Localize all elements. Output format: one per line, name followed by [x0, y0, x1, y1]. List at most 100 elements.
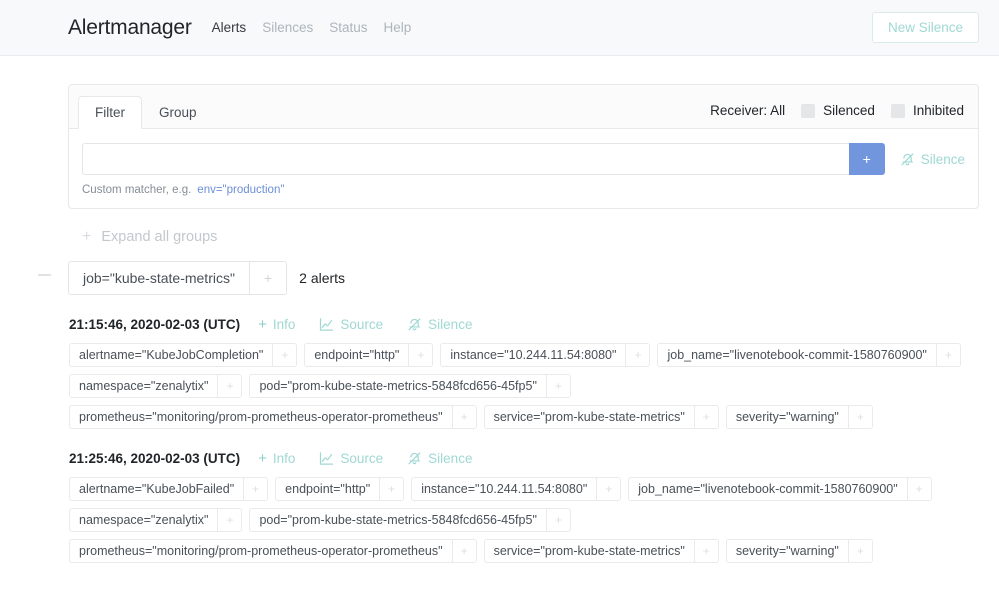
label-chip-text: endpoint="http"	[314, 348, 400, 362]
label-chip-text: namespace="zenalytix"	[79, 513, 209, 527]
alert-item: 21:15:46, 2020-02-03 (UTC) + Info Source	[68, 317, 979, 429]
label-chip: prometheus="monitoring/prom-prometheus-o…	[69, 539, 477, 563]
label-chip: namespace="zenalytix" +	[69, 508, 243, 532]
minus-icon[interactable]	[38, 274, 51, 276]
add-matcher-button[interactable]: +	[848, 143, 885, 175]
label-chip-text: severity="warning"	[735, 410, 839, 424]
nav-links: Alerts Silences Status Help	[212, 20, 412, 35]
label-chip-add-button[interactable]: +	[625, 344, 650, 366]
label-chip-text: endpoint="http"	[285, 482, 371, 496]
silenced-checkbox-icon[interactable]	[801, 103, 816, 118]
label-chip-text: namespace="zenalytix"	[79, 379, 209, 393]
label-chip-add-button[interactable]: +	[935, 344, 960, 366]
alert-group: job="kube-state-metrics" + 2 alerts 21:1…	[38, 261, 979, 563]
expand-all-groups-button[interactable]: + Expand all groups	[82, 228, 218, 246]
alert-silence-button[interactable]: Silence	[407, 451, 472, 466]
bell-slash-icon	[407, 451, 422, 466]
nav-link-status[interactable]: Status	[329, 20, 367, 35]
alert-silence-button[interactable]: Silence	[407, 317, 472, 332]
alert-silence-label: Silence	[428, 451, 473, 466]
label-chip-text: service="prom-kube-state-metrics"	[493, 544, 685, 558]
label-chip-text: job_name="livenotebook-commit-1580760900…	[667, 348, 927, 362]
plus-icon: +	[258, 316, 267, 333]
label-chip-add-button[interactable]: +	[451, 406, 476, 428]
tab-group[interactable]: Group	[142, 96, 214, 129]
silenced-toggle[interactable]: Silenced	[801, 103, 875, 118]
label-chip-text: pod="prom-kube-state-metrics-5848fcd656-…	[259, 379, 537, 393]
label-chip-add-button[interactable]: +	[596, 478, 621, 500]
filter-helper-text: Custom matcher, e.g.	[82, 184, 192, 196]
label-chip: job_name="livenotebook-commit-1580760900…	[628, 477, 932, 501]
label-chip-add-button[interactable]: +	[693, 406, 718, 428]
label-chip: endpoint="http" +	[275, 477, 405, 501]
alert-item: 21:25:46, 2020-02-03 (UTC) + Info Source	[68, 451, 979, 563]
label-chip: instance="10.244.11.54:8080" +	[411, 477, 622, 501]
plus-icon: +	[258, 450, 267, 467]
alert-timestamp: 21:15:46, 2020-02-03 (UTC)	[69, 317, 241, 332]
label-chip-add-button[interactable]: +	[847, 540, 872, 562]
alert-header: 21:15:46, 2020-02-03 (UTC) + Info Source	[69, 317, 979, 332]
filter-input-row: + Silence	[82, 143, 965, 175]
inhibited-checkbox-icon[interactable]	[890, 103, 905, 118]
inhibited-toggle[interactable]: Inhibited	[890, 103, 964, 118]
group-label-add-button[interactable]: +	[248, 262, 287, 294]
group-label-text: job="kube-state-metrics"	[83, 270, 235, 286]
filter-helper-example: env="production"	[197, 184, 285, 196]
label-chip-add-button[interactable]: +	[545, 375, 570, 397]
label-chip-add-button[interactable]: +	[847, 406, 872, 428]
alert-silence-label: Silence	[428, 317, 473, 332]
alert-timestamp: 21:25:46, 2020-02-03 (UTC)	[69, 451, 241, 466]
alert-info-button[interactable]: + Info	[258, 317, 295, 332]
label-chip: severity="warning" +	[725, 539, 873, 563]
expand-all-groups-label: Expand all groups	[101, 229, 218, 245]
group-label-chip: job="kube-state-metrics" +	[68, 261, 288, 295]
label-chip: service="prom-kube-state-metrics" +	[483, 405, 719, 429]
silence-filter-link[interactable]: Silence	[900, 152, 965, 167]
label-chip: job_name="livenotebook-commit-1580760900…	[657, 343, 961, 367]
filter-panel: Filter Group Receiver: All Silenced Inhi…	[68, 84, 979, 209]
label-chip-add-button[interactable]: +	[545, 509, 570, 531]
label-chip-add-button[interactable]: +	[906, 478, 931, 500]
label-chip-text: instance="10.244.11.54:8080"	[421, 482, 588, 496]
alert-info-button[interactable]: + Info	[258, 451, 295, 466]
alert-source-link[interactable]: Source	[319, 451, 383, 466]
alert-group-header: job="kube-state-metrics" + 2 alerts	[68, 261, 979, 295]
new-silence-button[interactable]: New Silence	[871, 12, 979, 43]
label-chip-add-button[interactable]: +	[217, 375, 242, 397]
page-container: Filter Group Receiver: All Silenced Inhi…	[0, 56, 999, 563]
nav-link-alerts[interactable]: Alerts	[212, 20, 247, 35]
bell-slash-icon	[407, 317, 422, 332]
receiver-selector[interactable]: Receiver: All	[710, 103, 785, 118]
label-chip-add-button[interactable]: +	[243, 478, 268, 500]
inhibited-label: Inhibited	[912, 103, 964, 118]
label-chip-add-button[interactable]: +	[272, 344, 297, 366]
label-chip-text: severity="warning"	[735, 544, 839, 558]
label-chip-add-button[interactable]: +	[379, 478, 404, 500]
alert-labels: alertname="KubeJobCompletion" + endpoint…	[69, 343, 979, 429]
filter-tabs: Filter Group	[78, 96, 214, 129]
alert-source-label: Source	[340, 317, 384, 332]
label-chip-add-button[interactable]: +	[693, 540, 718, 562]
label-chip-add-button[interactable]: +	[451, 540, 476, 562]
navbar: Alertmanager Alerts Silences Status Help…	[0, 0, 999, 56]
tab-filter[interactable]: Filter	[78, 96, 142, 129]
alert-source-link[interactable]: Source	[319, 317, 383, 332]
label-chip: namespace="zenalytix" +	[69, 374, 243, 398]
nav-link-silences[interactable]: Silences	[262, 20, 313, 35]
alert-source-label: Source	[340, 451, 384, 466]
plus-icon: +	[82, 228, 92, 245]
nav-link-help[interactable]: Help	[384, 20, 412, 35]
label-chip-add-button[interactable]: +	[217, 509, 242, 531]
alert-labels: alertname="KubeJobFailed" + endpoint="ht…	[69, 477, 979, 563]
label-chip-text: prometheus="monitoring/prom-prometheus-o…	[79, 544, 443, 558]
filter-input[interactable]	[82, 143, 849, 175]
bell-slash-icon	[900, 152, 915, 167]
silenced-label: Silenced	[823, 103, 875, 118]
alert-info-label: Info	[272, 317, 296, 332]
alert-info-label: Info	[272, 451, 296, 466]
label-chip-add-button[interactable]: +	[408, 344, 433, 366]
filter-panel-header: Filter Group Receiver: All Silenced Inhi…	[69, 85, 978, 129]
label-chip-text: alertname="KubeJobCompletion"	[79, 348, 264, 362]
label-chip: pod="prom-kube-state-metrics-5848fcd656-…	[249, 508, 571, 532]
chart-line-icon	[319, 451, 334, 466]
